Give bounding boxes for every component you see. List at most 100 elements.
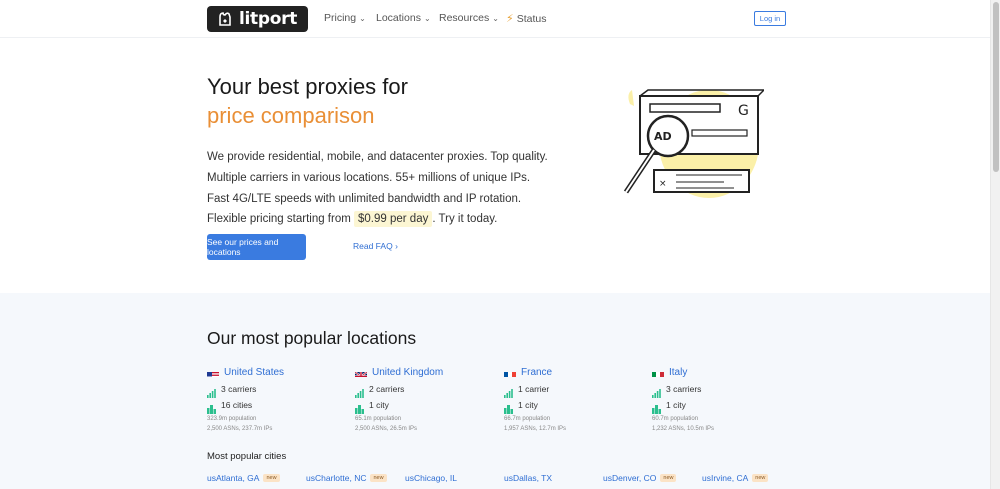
cities-row: 16 cities — [207, 399, 347, 414]
country-card-fr: France 1 carrier 1 city 66.7m population… — [504, 365, 644, 434]
scrollbar-thumb[interactable] — [993, 2, 999, 172]
country-header[interactable]: United States — [207, 365, 347, 379]
signal-bars-icon — [504, 385, 513, 398]
population: 65.1m population — [355, 416, 402, 422]
pricing-prefix: Flexible pricing starting from — [207, 213, 351, 226]
city-link[interactable]: usDallas, TX — [504, 473, 552, 483]
cities-count: 16 cities — [221, 400, 253, 410]
locations-heading: Our most popular locations — [207, 328, 417, 348]
city-buildings-icon — [652, 401, 661, 414]
hero-line: Multiple carriers in various locations. … — [207, 171, 531, 184]
svg-text:G: G — [738, 103, 749, 119]
fire-icon — [217, 11, 233, 27]
nav-resources[interactable]: Resources ⌄ — [439, 12, 499, 24]
country-name: United States — [224, 366, 285, 378]
asns-ips: 2,500 ASNs, 26.5m IPs — [355, 425, 418, 432]
lightning-icon: ⚡ — [506, 13, 514, 25]
country-header[interactable]: United Kingdom — [355, 365, 495, 379]
city-label: usChicago, IL — [405, 473, 457, 483]
carriers-row: 1 carrier — [504, 383, 644, 398]
nav-status-label: Status — [516, 12, 547, 25]
chevron-down-icon: ⌄ — [492, 13, 499, 23]
hero-line: We provide residential, mobile, and data… — [207, 151, 548, 163]
uk-flag-icon — [355, 368, 367, 377]
population: 66.7m population — [504, 416, 551, 422]
cities-row: 1 city — [504, 399, 644, 414]
chevron-down-icon: ⌄ — [423, 13, 431, 23]
city-label: usDenver, CO — [603, 473, 657, 483]
nav-locations[interactable]: Locations ⌄ — [376, 12, 431, 24]
price-highlight: $0.99 per day — [354, 211, 433, 228]
locations-section — [0, 293, 990, 489]
cities-count: 1 city — [518, 400, 538, 410]
asns-ips: 1,232 ASNs, 10.5m IPs — [652, 425, 715, 432]
city-label: usIrvine, CA — [702, 473, 749, 483]
country-card-uk: United Kingdom 2 carriers 1 city 65.1m p… — [355, 365, 495, 434]
carriers-row: 2 carriers — [355, 383, 495, 398]
top-navbar: litport Pricing ⌄ Locations ⌄ Resources … — [0, 0, 990, 38]
country-card-it: Italy 3 carriers 1 city 60.7m population… — [652, 365, 792, 434]
nav-resources-label: Resources — [439, 12, 490, 24]
nav-pricing-label: Pricing — [324, 12, 357, 24]
chevron-right-icon: › — [395, 241, 398, 251]
nav-pricing[interactable]: Pricing ⌄ — [324, 12, 366, 24]
city-label: usDallas, TX — [504, 473, 553, 483]
country-card-us: United States 3 carriers 16 cities 323.9… — [207, 365, 347, 434]
svg-text:AD: AD — [654, 130, 672, 143]
signal-bars-icon — [652, 385, 661, 398]
city-buildings-icon — [504, 401, 513, 414]
italy-flag-icon — [652, 368, 664, 377]
signal-bars-icon — [355, 385, 364, 398]
new-badge: new — [660, 474, 677, 482]
asns-ips: 1,957 ASNs, 12.7m IPs — [504, 425, 567, 432]
city-buildings-icon — [355, 401, 364, 414]
hero-description: We provide residential, mobile, and data… — [207, 147, 548, 230]
france-flag-icon — [504, 368, 516, 377]
cities-row: 1 city — [355, 399, 495, 414]
new-badge: new — [263, 474, 280, 482]
hero-title: Your best proxies for price comparison — [207, 72, 408, 130]
city-link[interactable]: usAtlanta, GA new — [207, 473, 280, 483]
population: 323.9m population — [207, 416, 257, 422]
population: 60.7m population — [652, 416, 699, 422]
magnifier-illustration: G × AD — [614, 82, 766, 202]
country-name: United Kingdom — [372, 366, 444, 378]
logo[interactable]: litport — [207, 6, 308, 32]
new-badge: new — [752, 474, 769, 482]
asns-ips: 2,500 ASNs, 237.7m IPs — [207, 425, 273, 432]
carriers-row: 3 carriers — [652, 383, 792, 398]
country-name: Italy — [669, 366, 688, 378]
carriers-count: 1 carrier — [518, 384, 550, 394]
nav-locations-label: Locations — [376, 12, 421, 24]
city-label: usAtlanta, GA — [207, 473, 260, 483]
popular-cities-heading: Most popular cities — [207, 451, 287, 462]
hero-title-line1: Your best proxies for — [207, 74, 408, 99]
carriers-count: 3 carriers — [666, 384, 702, 394]
country-header[interactable]: Italy — [652, 365, 792, 379]
hero-line: Fast 4G/LTE speeds with unlimited bandwi… — [207, 192, 522, 205]
city-link[interactable]: usDenver, CO new — [603, 473, 677, 483]
hero-title-accent: price comparison — [207, 103, 375, 128]
country-name: France — [521, 366, 553, 378]
read-faq-link[interactable]: Read FAQ › — [353, 241, 398, 251]
carriers-count: 2 carriers — [369, 384, 405, 394]
city-link[interactable]: usChicago, IL — [405, 473, 457, 483]
new-badge: new — [370, 474, 387, 482]
us-flag-icon — [207, 368, 219, 377]
cities-row: 1 city — [652, 399, 792, 414]
city-link[interactable]: usIrvine, CA new — [702, 473, 769, 483]
carriers-row: 3 carriers — [207, 383, 347, 398]
chevron-down-icon: ⌄ — [359, 13, 366, 23]
hero-pricing-line: Flexible pricing starting from $0.99 per… — [207, 209, 548, 230]
vertical-scrollbar[interactable] — [990, 0, 1000, 489]
pricing-suffix: . Try it today. — [432, 213, 498, 226]
see-prices-button[interactable]: See our prices and locations — [207, 234, 306, 260]
country-header[interactable]: France — [504, 365, 644, 379]
svg-text:×: × — [659, 179, 667, 189]
login-button[interactable]: Log in — [754, 11, 786, 26]
nav-status[interactable]: ⚡ Status — [506, 12, 547, 26]
carriers-count: 3 carriers — [221, 384, 257, 394]
city-label: usCharlotte, NC — [306, 473, 367, 483]
city-link[interactable]: usCharlotte, NC new — [306, 473, 387, 483]
logo-text: litport — [239, 9, 298, 29]
